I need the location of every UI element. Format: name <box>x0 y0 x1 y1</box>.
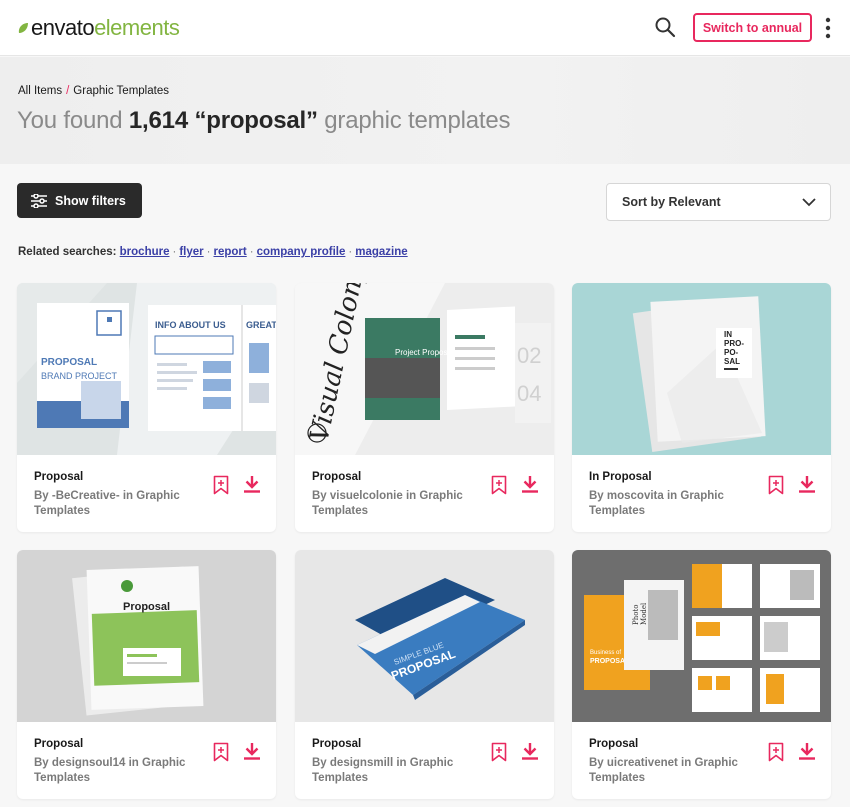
logo-text-elements: elements <box>94 15 180 40</box>
item-card[interactable]: IN PRO- PO- SAL In Proposal By moscovita… <box>572 283 831 532</box>
thumb-text-num2: 04 <box>517 381 541 406</box>
thumb-text-brand: PROPOSAL <box>41 357 97 368</box>
show-filters-label: Show filters <box>55 193 126 208</box>
thumb-text-l2: PRO- <box>724 339 744 348</box>
thumb-text-head2: GREAT SE <box>246 320 276 330</box>
breadcrumb-all-items[interactable]: All Items <box>18 85 62 97</box>
thumb-text-l2: Model <box>640 602 648 625</box>
related-link-brochure[interactable]: brochure <box>120 246 170 258</box>
results-query: “proposal” <box>194 107 318 134</box>
download-icon[interactable] <box>521 475 539 493</box>
item-author[interactable]: By -BeCreative- in Graphic Templates <box>34 489 194 519</box>
item-card[interactable]: SIMPLE BLUE PROPOSAL Proposal By designs… <box>295 550 554 799</box>
item-author[interactable]: By designsoul14 in Graphic Templates <box>34 756 194 786</box>
bookmark-icon[interactable] <box>768 475 784 495</box>
related-link-flyer[interactable]: flyer <box>179 246 203 258</box>
leaf-icon <box>18 23 28 33</box>
thumb-text-l3: PO- <box>724 348 739 357</box>
search-summary-band: All Items / Graphic Templates You found 1,… <box>0 57 850 164</box>
breadcrumb: All Items / Graphic Templates <box>18 85 169 97</box>
related-searches-label: Related searches: <box>18 246 117 258</box>
bookmark-icon[interactable] <box>213 742 229 762</box>
item-author[interactable]: By moscovita in Graphic Templates <box>589 489 749 519</box>
results-prefix: You found <box>17 107 123 134</box>
bookmark-icon[interactable] <box>491 475 507 495</box>
item-card[interactable]: Proposal Proposal By designsoul14 in Gra… <box>17 550 276 799</box>
related-searches: Related searches: brochure · flyer · report ·… <box>18 246 408 258</box>
thumb-text-l1: Photo <box>632 605 640 625</box>
item-card[interactable]: PROPOSAL BRAND PROJECT INFO ABOUT US GRE… <box>17 283 276 532</box>
item-thumbnail: IN PRO- PO- SAL <box>572 283 831 455</box>
bookmark-icon[interactable] <box>768 742 784 762</box>
show-filters-button[interactable]: Show filters <box>17 183 142 218</box>
item-title[interactable]: Proposal <box>312 738 361 750</box>
breadcrumb-current: Graphic Templates <box>73 85 169 97</box>
envato-elements-logo[interactable]: envato elements <box>17 14 180 42</box>
item-author[interactable]: By uicreativenet in Graphic Templates <box>589 756 749 786</box>
item-title[interactable]: Proposal <box>589 738 638 750</box>
item-title[interactable]: Proposal <box>34 471 83 483</box>
download-icon[interactable] <box>521 742 539 760</box>
results-suffix: graphic templates <box>324 107 511 134</box>
thumb-text-cover: Project Proposal <box>395 348 454 357</box>
item-author[interactable]: By visuelcolonie in Graphic Templates <box>312 489 472 519</box>
thumb-text-sub: BRAND PROJECT <box>41 371 118 381</box>
item-thumbnail: SIMPLE BLUE PROPOSAL <box>295 550 554 722</box>
item-thumbnail: Business of PROPOSAL Photo Model <box>572 550 831 722</box>
download-icon[interactable] <box>798 742 816 760</box>
results-count: 1,614 <box>128 107 188 134</box>
item-title[interactable]: In Proposal <box>589 471 652 483</box>
thumb-text-cover: Proposal <box>123 601 170 613</box>
thumb-text-l4: SAL <box>724 357 740 366</box>
search-icon[interactable] <box>654 16 676 38</box>
sort-value: Sort by Relevant <box>622 195 721 209</box>
chevron-down-icon <box>802 198 816 207</box>
item-thumbnail: Proposal <box>17 550 276 722</box>
download-icon[interactable] <box>243 475 261 493</box>
item-title[interactable]: Proposal <box>34 738 83 750</box>
item-card[interactable]: Business of PROPOSAL Photo Model Proposa… <box>572 550 831 799</box>
thumb-text-l3: Business of <box>590 650 621 656</box>
item-title[interactable]: Proposal <box>312 471 361 483</box>
more-options-icon[interactable] <box>824 17 832 39</box>
results-heading: You found 1,614 “proposal” graphic templ… <box>17 107 511 135</box>
download-icon[interactable] <box>798 475 816 493</box>
breadcrumb-separator: / <box>66 85 70 97</box>
thumb-text-l1: IN <box>724 330 732 339</box>
item-card[interactable]: Visual Colony Project Proposal 02 04 Pro… <box>295 283 554 532</box>
related-link-company-profile[interactable]: company profile <box>257 246 346 258</box>
bookmark-icon[interactable] <box>491 742 507 762</box>
item-author[interactable]: By designsmill in Graphic Templates <box>312 756 472 786</box>
download-icon[interactable] <box>243 742 261 760</box>
thumb-text-head1: INFO ABOUT US <box>155 320 226 330</box>
switch-to-annual-button[interactable]: Switch to annual <box>693 13 812 42</box>
item-thumbnail: Visual Colony Project Proposal 02 04 <box>295 283 554 455</box>
bookmark-icon[interactable] <box>213 475 229 495</box>
item-thumbnail: PROPOSAL BRAND PROJECT INFO ABOUT US GRE… <box>17 283 276 455</box>
related-link-magazine[interactable]: magazine <box>355 246 407 258</box>
thumb-text-num1: 02 <box>517 343 541 368</box>
logo-text-envato: envato <box>31 15 95 40</box>
top-bar: envato elements Switch to annual <box>0 0 850 56</box>
sort-dropdown[interactable]: Sort by Relevant <box>606 183 831 221</box>
related-link-report[interactable]: report <box>213 246 246 258</box>
filters-icon <box>31 193 47 208</box>
